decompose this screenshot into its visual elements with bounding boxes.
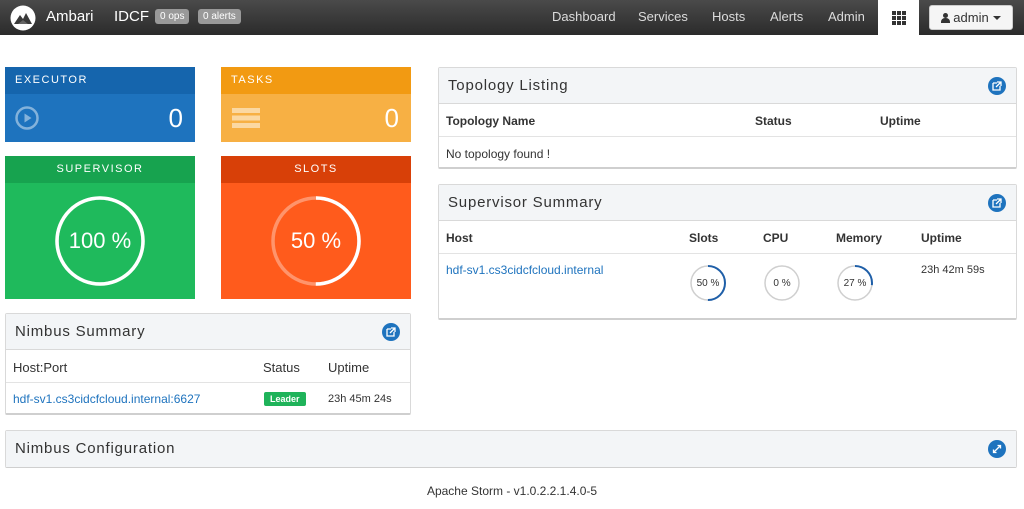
col-topology-status[interactable]: Status [755, 114, 792, 128]
slots-percent: 50 % [290, 228, 342, 253]
slots-tile: SLOTS 50 % [221, 156, 411, 299]
play-icon [15, 106, 39, 130]
supervisor-summary-panel: Supervisor Summary Host Slots CPU Memory… [438, 184, 1017, 320]
col-supervisor-slots[interactable]: Slots [689, 231, 718, 245]
slots-usage-value: 50 % [696, 277, 720, 289]
supervisor-summary-header: Supervisor Summary [439, 185, 1016, 221]
nav-alerts[interactable]: Alerts [770, 0, 803, 35]
col-nimbus-hostport[interactable]: Host:Port [13, 360, 67, 375]
slots-usage-gauge: 50 % [689, 264, 727, 302]
cpu-usage-gauge: 0 % [763, 264, 801, 302]
slots-gauge: 50 % [270, 195, 362, 287]
executor-tile: EXECUTOR 0 [5, 67, 195, 142]
tasks-list-icon [232, 108, 260, 128]
tasks-tile: TASKS 0 [221, 67, 411, 142]
col-supervisor-memory[interactable]: Memory [836, 231, 882, 245]
supervisor-tile: SUPERVISOR 100 % [5, 156, 195, 299]
divider [439, 136, 1016, 137]
topology-listing-title: Topology Listing [448, 77, 569, 94]
footer-version: Apache Storm - v1.0.2.2.1.4.0-5 [426, 484, 598, 498]
ops-badge[interactable]: 0 ops [155, 9, 190, 24]
nav-hosts[interactable]: Hosts [712, 0, 745, 35]
nimbus-configuration-title: Nimbus Configuration [15, 440, 176, 457]
nav-admin[interactable]: Admin [828, 0, 865, 35]
cpu-usage-value: 0 % [773, 277, 791, 289]
tasks-title: TASKS [221, 67, 411, 94]
col-topology-name[interactable]: Topology Name [446, 114, 535, 128]
user-menu-button[interactable]: admin [929, 5, 1013, 30]
external-link-icon[interactable] [988, 194, 1006, 212]
cluster-name[interactable]: IDCF [114, 8, 149, 25]
executor-value: 0 [168, 103, 183, 133]
nimbus-summary-header: Nimbus Summary [6, 314, 410, 350]
nimbus-host-link[interactable]: hdf-sv1.cs3cidcfcloud.internal:6627 [13, 392, 200, 406]
supervisor-host-link[interactable]: hdf-sv1.cs3cidcfcloud.internal [446, 263, 603, 277]
user-name: admin [953, 10, 989, 25]
executor-title: EXECUTOR [5, 67, 195, 94]
nimbus-uptime: 23h 45m 24s [328, 393, 392, 405]
views-grid-button[interactable] [878, 0, 919, 35]
brand-name[interactable]: Ambari [46, 8, 94, 25]
external-link-icon[interactable] [382, 323, 400, 341]
alerts-badge[interactable]: 0 alerts [198, 9, 241, 24]
nimbus-configuration-panel[interactable]: Nimbus Configuration [5, 430, 1017, 468]
nimbus-summary-title: Nimbus Summary [15, 323, 146, 340]
supervisor-title: SUPERVISOR [5, 156, 195, 183]
supervisor-gauge: 100 % [54, 195, 146, 287]
col-nimbus-uptime[interactable]: Uptime [328, 360, 369, 375]
nimbus-summary-panel: Nimbus Summary Host:Port Status Uptime h… [5, 313, 411, 415]
memory-usage-value: 27 % [843, 277, 867, 289]
col-nimbus-status[interactable]: Status [263, 360, 300, 375]
supervisor-percent: 100 % [68, 228, 132, 253]
external-link-icon[interactable] [988, 77, 1006, 95]
nimbus-configuration-header[interactable]: Nimbus Configuration [6, 431, 1016, 467]
status-badge: Leader [264, 392, 306, 406]
caret-down-icon [992, 15, 1001, 20]
tasks-value: 0 [384, 103, 399, 133]
nav-services[interactable]: Services [638, 0, 688, 35]
col-supervisor-uptime[interactable]: Uptime [921, 231, 962, 245]
topology-listing-panel: Topology Listing Topology Name Status Up… [438, 67, 1017, 169]
user-icon [941, 12, 951, 23]
topology-listing-header: Topology Listing [439, 68, 1016, 104]
top-navbar: Ambari IDCF 0 ops 0 alerts Dashboard Ser… [0, 0, 1024, 35]
divider [6, 382, 410, 383]
supervisor-uptime: 23h 42m 59s [921, 264, 985, 276]
col-supervisor-host[interactable]: Host [446, 231, 473, 245]
divider [439, 253, 1016, 254]
col-topology-uptime[interactable]: Uptime [880, 114, 921, 128]
ambari-logo-icon[interactable] [10, 5, 36, 31]
nav-dashboard[interactable]: Dashboard [552, 0, 616, 35]
topology-empty-message: No topology found ! [446, 147, 551, 161]
col-supervisor-cpu[interactable]: CPU [763, 231, 788, 245]
supervisor-summary-title: Supervisor Summary [448, 194, 603, 211]
memory-usage-gauge: 27 % [836, 264, 874, 302]
grid-icon [891, 10, 906, 25]
slots-title: SLOTS [221, 156, 411, 183]
expand-icon[interactable] [988, 440, 1006, 458]
